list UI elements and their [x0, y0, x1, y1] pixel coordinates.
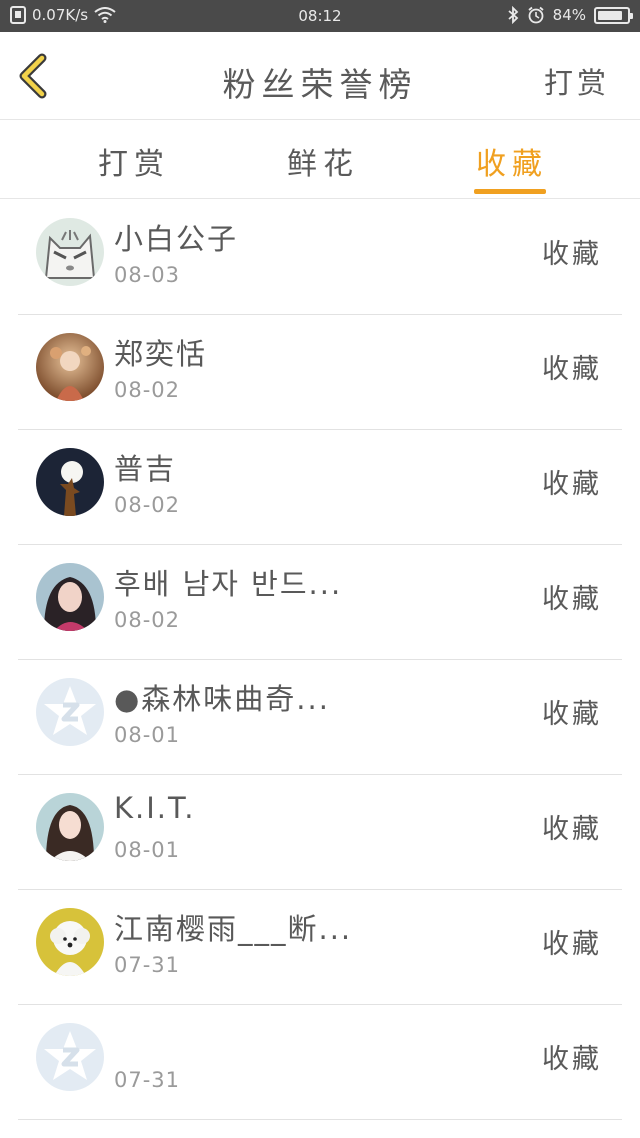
avatar [36, 563, 104, 631]
fan-date: 08-02 [114, 608, 181, 632]
avatar [36, 448, 104, 516]
avatar [36, 908, 104, 976]
list-item[interactable]: ●森林味曲奇... 08-01 收藏 [0, 660, 640, 775]
list-item[interactable]: 07-31 收藏 [0, 1005, 640, 1120]
fan-date: 07-31 [114, 953, 181, 977]
avatar [36, 793, 104, 861]
active-tab-indicator [474, 189, 546, 194]
fan-action: 收藏 [542, 929, 602, 960]
list-item[interactable]: K.I.T. 08-01 收藏 [0, 775, 640, 890]
fan-name: K.I.T. [114, 791, 196, 825]
avatar [36, 218, 104, 286]
tab-favorites[interactable]: 收藏 [476, 139, 548, 183]
fan-action: 收藏 [542, 584, 602, 615]
fan-action: 收藏 [542, 814, 602, 845]
list-item[interactable]: 小白公子 08-03 收藏 [0, 200, 640, 315]
fan-name: 郑奕恬 [114, 337, 208, 371]
fan-action: 收藏 [542, 699, 602, 730]
fan-name: 小白公子 [114, 222, 239, 256]
list-item[interactable]: 후배 남자 반드... 08-02 收藏 [0, 545, 640, 660]
fan-action: 收藏 [542, 1044, 602, 1075]
tab-reward[interactable]: 打赏 [98, 139, 170, 183]
default-avatar-icon [36, 678, 104, 746]
fan-date: 08-03 [114, 263, 181, 287]
list-item[interactable]: 郑奕恬 08-02 收藏 [0, 315, 640, 430]
avatar [36, 1023, 104, 1091]
list-item[interactable]: 江南樱雨___断... 07-31 收藏 [0, 890, 640, 1005]
battery-level-fill [598, 10, 622, 20]
header-bar: 粉丝荣誉榜 打赏 [0, 32, 640, 120]
fan-name: 普吉 [114, 452, 177, 486]
avatar [36, 333, 104, 401]
fan-date: 08-02 [114, 493, 181, 517]
tab-flowers[interactable]: 鲜花 [287, 139, 359, 183]
battery-icon [594, 6, 633, 24]
fan-date: 08-01 [114, 723, 181, 747]
fan-date: 08-02 [114, 378, 181, 402]
avatar [36, 678, 104, 746]
fan-action: 收藏 [542, 469, 602, 500]
fan-name: ●森林味曲奇... [114, 682, 330, 716]
status-bar: 0.07K/s 08:12 84% [0, 0, 640, 32]
bluetooth-icon [507, 5, 519, 25]
fan-action: 收藏 [542, 354, 602, 385]
fan-action: 收藏 [542, 239, 602, 270]
default-avatar-icon [36, 1023, 104, 1091]
status-bar-right: 84% [507, 5, 633, 25]
battery-percent: 84% [552, 6, 586, 24]
tab-bar: 打赏 鲜花 收藏 [0, 121, 640, 199]
fan-date: 07-31 [114, 1068, 181, 1092]
fan-date: 08-01 [114, 838, 181, 862]
fan-name: 江南樱雨___断... [114, 912, 353, 946]
list-item[interactable]: 普吉 08-02 收藏 [0, 430, 640, 545]
alarm-icon [527, 6, 545, 24]
fan-name: 후배 남자 반드... [114, 567, 343, 601]
reward-button[interactable]: 打赏 [544, 60, 610, 102]
fan-list: 小白公子 08-03 收藏 郑奕恬 08-02 收藏 普吉 08-02 收藏 후… [0, 200, 640, 1120]
